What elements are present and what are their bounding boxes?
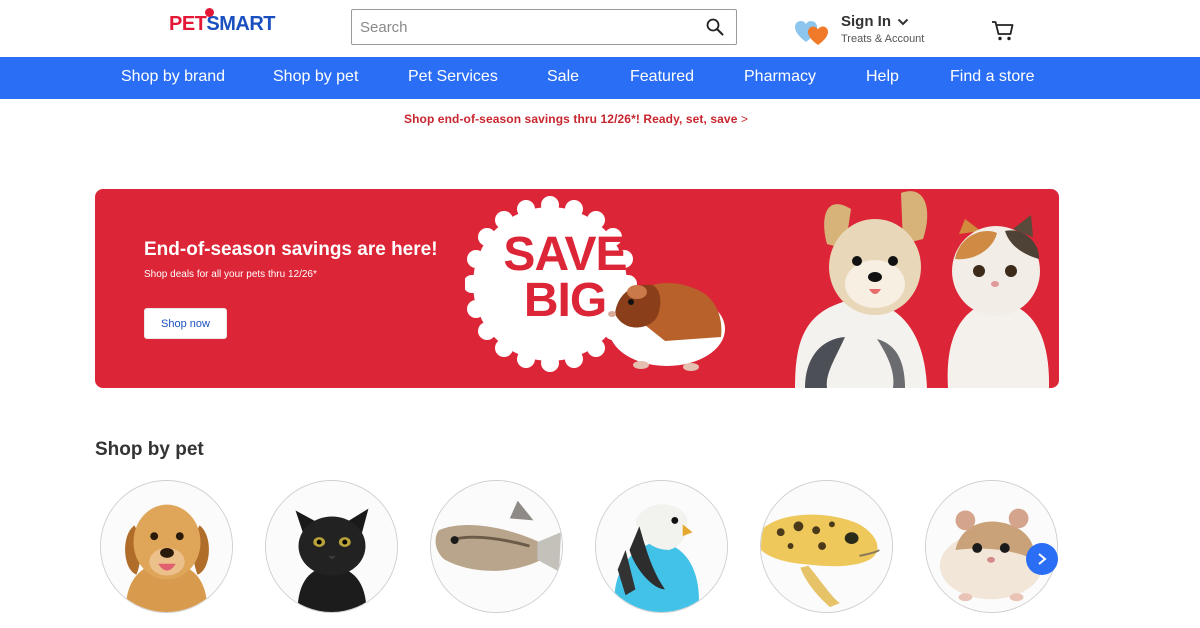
sign-in-menu[interactable]: Sign In Treats & Account [841, 13, 924, 45]
nav-find-a-store[interactable]: Find a store [950, 68, 1034, 86]
pet-tile-reptile[interactable] [760, 480, 893, 613]
search-input[interactable] [352, 10, 682, 44]
fish-icon [431, 481, 562, 612]
nav-shop-by-pet[interactable]: Shop by pet [273, 68, 358, 86]
nav-pharmacy[interactable]: Pharmacy [744, 68, 816, 86]
logo-text-pet: PET [169, 13, 207, 35]
promo-text: Shop end-of-season savings thru 12/26*! … [403, 112, 738, 126]
shop-by-pet-heading: Shop by pet [95, 439, 204, 460]
nav-shop-by-brand[interactable]: Shop by brand [121, 68, 225, 86]
pet-tile-fish[interactable] [430, 480, 563, 613]
treats-hearts-icon[interactable] [794, 18, 832, 46]
main-navigation: Shop by brand Shop by pet Pet Services S… [0, 57, 1200, 99]
shop-now-button[interactable]: Shop now [144, 308, 227, 339]
cat-image [947, 215, 1050, 388]
chevron-right-icon [1038, 553, 1047, 565]
badge-line-save: SAVE [503, 228, 627, 281]
nav-featured[interactable]: Featured [630, 68, 694, 86]
promo-arrow: > [740, 112, 749, 126]
dog-image [795, 191, 928, 388]
nav-pet-services[interactable]: Pet Services [408, 68, 498, 86]
sign-in-sublabel: Treats & Account [841, 33, 925, 45]
promo-banner-link[interactable]: Shop end-of-season savings thru 12/26*! … [0, 112, 1152, 126]
petsmart-logo[interactable]: PETSMART [169, 8, 276, 36]
site-header: PETSMART Sign In Treats & Account [0, 0, 1200, 57]
logo-text-smart: SMART [206, 13, 276, 35]
save-big-text: SAVE BIG [490, 228, 640, 327]
badge-line-big: BIG [523, 274, 607, 327]
nav-sale[interactable]: Sale [547, 68, 579, 86]
chevron-down-icon [897, 18, 909, 25]
cat-icon [266, 481, 397, 612]
carousel-next-button[interactable] [1026, 543, 1058, 575]
hero-banner[interactable]: End-of-season savings are here! Shop dea… [95, 189, 1059, 388]
nav-help[interactable]: Help [866, 68, 899, 86]
dog-icon [101, 481, 232, 612]
search-box [351, 9, 737, 45]
cart-icon[interactable] [991, 20, 1015, 42]
pet-tile-cat[interactable] [265, 480, 398, 613]
search-icon[interactable] [706, 18, 724, 36]
reptile-icon [761, 481, 892, 612]
bird-icon [596, 481, 727, 612]
pet-tile-bird[interactable] [595, 480, 728, 613]
logo-dot [205, 8, 214, 17]
hero-title: End-of-season savings are here! [144, 239, 438, 260]
pet-tile-dog[interactable] [100, 480, 233, 613]
sign-in-label: Sign In [841, 13, 891, 30]
hero-subtitle: Shop deals for all your pets thru 12/26* [144, 269, 317, 280]
